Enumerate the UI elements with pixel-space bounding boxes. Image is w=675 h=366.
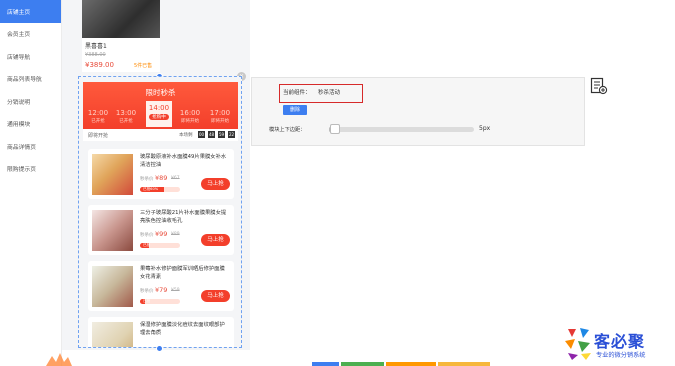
time-tab[interactable]: 17:00 即将开始	[209, 106, 231, 124]
product-sold: 5件已售	[134, 63, 153, 69]
buy-now-button[interactable]: 马上抢	[201, 178, 230, 190]
countdown-box: 22	[228, 131, 235, 138]
current-component-value: 秒杀活动	[318, 90, 341, 96]
sidebar: 店铺主页 会员主页 店铺导航 商品列表导航 分销说明 通用模块 商品详情页 限购…	[0, 0, 62, 366]
product-price: ¥389.00	[85, 61, 114, 69]
flash-item[interactable]: 玻尿酸原液补水面膜49片果膜女补水清洁控油 秒杀价 ¥89 ¥67 已抢60% …	[88, 149, 234, 199]
flame-icon	[46, 353, 72, 366]
flash-item-image	[92, 266, 133, 307]
current-component-label: 当前组件：	[283, 90, 311, 96]
flash-item-orig: ¥67	[171, 176, 180, 181]
flash-item-price: ¥79	[155, 286, 168, 294]
flash-item-orig: ¥89	[171, 232, 180, 237]
buy-now-button[interactable]: 马上抢	[201, 290, 230, 302]
bottom-tab-strip	[341, 362, 384, 366]
time-tab[interactable]: 12:00 已开抢	[87, 106, 109, 124]
flash-item-orig: ¥59	[171, 288, 180, 293]
countdown-right-label: 本场剩	[179, 133, 193, 138]
brand-subtitle: 专业的微分销系统	[596, 352, 646, 359]
flash-item-pre: 秒杀价	[140, 233, 154, 238]
flash-item-title: 保湿修护面膜淡化痘纹去面纹眼部护理去角质	[140, 322, 225, 336]
countdown-box: 48	[208, 131, 215, 138]
flash-item-price: ¥89	[155, 174, 168, 182]
flash-item[interactable]: 保湿修护面膜淡化痘纹去面纹眼部护理去角质	[88, 317, 234, 347]
flash-item-progress: 已抢	[140, 299, 180, 304]
time-tabs: 12:00 已开抢 13:00 已开抢 14:00 抢购中 16:00 即将开始 17:…	[83, 101, 238, 127]
brand-name: 客必聚	[594, 332, 646, 351]
document-add-icon[interactable]	[590, 77, 608, 95]
flash-item-title: 果莓补水修护面膜军训晒后修护面膜女花青素	[140, 266, 225, 280]
bottom-tab-strip	[312, 362, 339, 366]
sidebar-item-shop-home[interactable]: 店铺主页	[0, 0, 61, 23]
flash-item[interactable]: 果莓补水修护面膜军训晒后修护面膜女花青素 秒杀价 ¥79 ¥59 已抢 马上抢	[88, 261, 234, 311]
brand-logo: 客必聚 专业的微分销系统	[562, 325, 672, 363]
delete-button[interactable]: 删除	[283, 105, 307, 115]
margin-label: 模块上下边距：	[269, 127, 306, 133]
flash-item-pre: 秒杀价	[140, 289, 154, 294]
flash-item[interactable]: 三分子玻尿酸21片补水面膜果膜女提亮肤色控油收毛孔 秒杀价 ¥99 ¥89 已抢…	[88, 205, 234, 255]
flash-item-progress: 已抢60%	[140, 187, 180, 192]
margin-value: 5px	[479, 125, 491, 132]
sidebar-item-common-module[interactable]: 通用模块	[0, 113, 61, 136]
flash-sale-title: 限时秒杀	[145, 88, 176, 97]
flash-item-image	[92, 210, 133, 251]
flash-item-price: ¥99	[155, 230, 168, 238]
flash-item-title: 三分子玻尿酸21片补水面膜果膜女提亮肤色控油收毛孔	[140, 210, 227, 224]
time-tab-active[interactable]: 14:00 抢购中	[146, 101, 172, 127]
flash-item-progress: 已抢	[140, 243, 180, 248]
sidebar-item-product-list-nav[interactable]: 商品列表导航	[0, 68, 61, 91]
flash-sale-header: 限时秒杀 12:00 已开抢 13:00 已开抢 14:00 抢购中 16:00 即将开…	[83, 82, 238, 129]
bottom-resize-handle[interactable]	[156, 345, 163, 352]
margin-slider[interactable]	[329, 127, 474, 132]
sidebar-item-member-home[interactable]: 会员主页	[0, 23, 61, 46]
bottom-tab-strip	[386, 362, 436, 366]
time-tab[interactable]: 16:00 即将开始	[179, 106, 201, 124]
brand-mark-icon	[565, 328, 591, 360]
sidebar-item-distribution-info[interactable]: 分销说明	[0, 90, 61, 113]
flash-item-image	[92, 322, 133, 347]
countdown-left-label: 即将开抢	[88, 133, 109, 139]
flash-item-image	[92, 154, 133, 195]
flash-item-pre: 秒杀价	[140, 177, 154, 182]
flash-sale-component[interactable]: 限时秒杀 12:00 已开抢 13:00 已开抢 14:00 抢购中 16:00 即将开…	[78, 76, 242, 348]
sidebar-item-purchase-limit[interactable]: 限购提示页	[0, 158, 61, 181]
sidebar-item-product-detail[interactable]: 商品详情页	[0, 135, 61, 158]
sidebar-item-shop-nav[interactable]: 店铺导航	[0, 45, 61, 68]
product-name: 黑喜喜1	[85, 43, 107, 50]
time-tab[interactable]: 13:00 已开抢	[115, 106, 137, 124]
countdown-box: 59	[218, 131, 225, 138]
page: 店铺主页 会员主页 店铺导航 商品列表导航 分销说明 通用模块 商品详情页 限购…	[0, 0, 675, 366]
countdown-box: 00	[198, 131, 205, 138]
product-original-price: ¥388.00	[85, 52, 106, 58]
margin-slider-thumb[interactable]	[330, 124, 340, 134]
bottom-tab-strip	[438, 362, 490, 366]
product-image	[82, 0, 160, 38]
flash-item-title: 玻尿酸原液补水面膜49片果膜女补水清洁控油	[140, 154, 227, 168]
countdown-bar: 即将开抢 本场剩 00 48 59 22	[83, 129, 238, 141]
product-card[interactable]: 黑喜喜1 ¥388.00 ¥389.00 5件已售	[82, 0, 160, 72]
buy-now-button[interactable]: 马上抢	[201, 234, 230, 246]
